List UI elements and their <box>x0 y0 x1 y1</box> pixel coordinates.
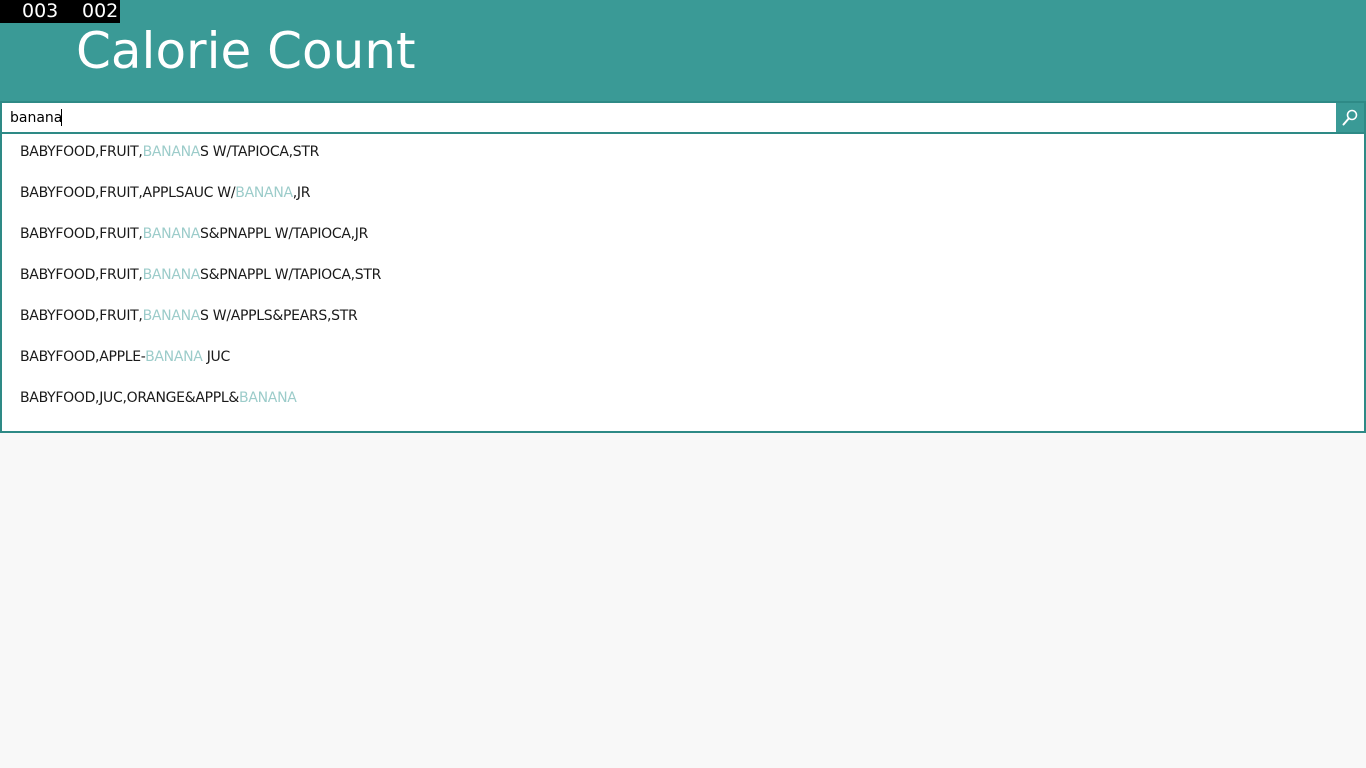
suggestion-item[interactable]: BABYFOOD,FRUIT,BANANAS W/TAPIOCA,STR <box>2 132 1364 173</box>
suggestion-text-before: BABYFOOD,FRUIT,APPLSAUC W/ <box>20 185 236 201</box>
suggestion-item[interactable]: BABYFOOD,JUC,ORANGE&APPL&BANANA <box>2 378 1364 419</box>
search-input[interactable] <box>2 103 1336 132</box>
suggestion-match: BANANA <box>142 308 201 324</box>
suggestion-item[interactable]: BABYFOOD,FRUIT,BANANAS&PNAPPL W/TAPIOCA,… <box>2 255 1364 296</box>
suggestion-item[interactable]: BABYFOOD,FRUIT,BANANAS&PNAPPL W/TAPIOCA,… <box>2 214 1364 255</box>
suggestion-text-before: BABYFOOD,FRUIT, <box>20 226 143 242</box>
suggestion-text-after: S&PNAPPL W/TAPIOCA,STR <box>200 267 382 283</box>
suggestion-list: BABYFOOD,FRUIT,BANANAS W/TAPIOCA,STR BAB… <box>2 134 1364 419</box>
suggestion-item[interactable]: BABYFOOD,FRUIT,APPLSAUC W/BANANA,JR <box>2 173 1364 214</box>
suggestion-text-before: BABYFOOD,FRUIT, <box>20 308 143 324</box>
search-box: BABYFOOD,FRUIT,BANANAS W/TAPIOCA,STR BAB… <box>0 101 1366 433</box>
suggestion-text-before: BABYFOOD,FRUIT, <box>20 267 143 283</box>
search-input-row <box>2 103 1364 134</box>
app-header: 003 002 Calorie Count <box>0 0 1366 101</box>
suggestion-match: BANANA <box>142 226 201 242</box>
suggestion-item[interactable]: BABYFOOD,FRUIT,BANANAS W/APPLS&PEARS,STR <box>2 296 1364 337</box>
suggestion-text-after: S W/TAPIOCA,STR <box>200 144 320 160</box>
text-caret <box>61 109 62 126</box>
suggestion-text-before: BABYFOOD,FRUIT, <box>20 144 143 160</box>
suggestion-text-after: S W/APPLS&PEARS,STR <box>200 308 358 324</box>
suggestion-match: BANANA <box>239 390 297 406</box>
suggestion-item[interactable]: BABYFOOD,APPLE-BANANA JUC <box>2 337 1364 378</box>
suggestion-match: BANANA <box>145 349 203 365</box>
search-button[interactable] <box>1336 103 1364 132</box>
suggestion-text-after: JUC <box>202 349 231 365</box>
suggestion-text-before: BABYFOOD,JUC,ORANGE&APPL& <box>20 390 240 406</box>
suggestion-text-after: ,JR <box>292 185 311 201</box>
suggestion-text-after: S&PNAPPL W/TAPIOCA,JR <box>200 226 369 242</box>
suggestion-match: BANANA <box>142 144 201 160</box>
app-title: Calorie Count <box>76 22 416 80</box>
suggestion-match: BANANA <box>142 267 201 283</box>
suggestion-match: BANANA <box>235 185 293 201</box>
counter-left: 003 <box>22 0 59 22</box>
suggestion-text-before: BABYFOOD,APPLE- <box>20 349 146 365</box>
search-icon <box>1342 109 1358 126</box>
